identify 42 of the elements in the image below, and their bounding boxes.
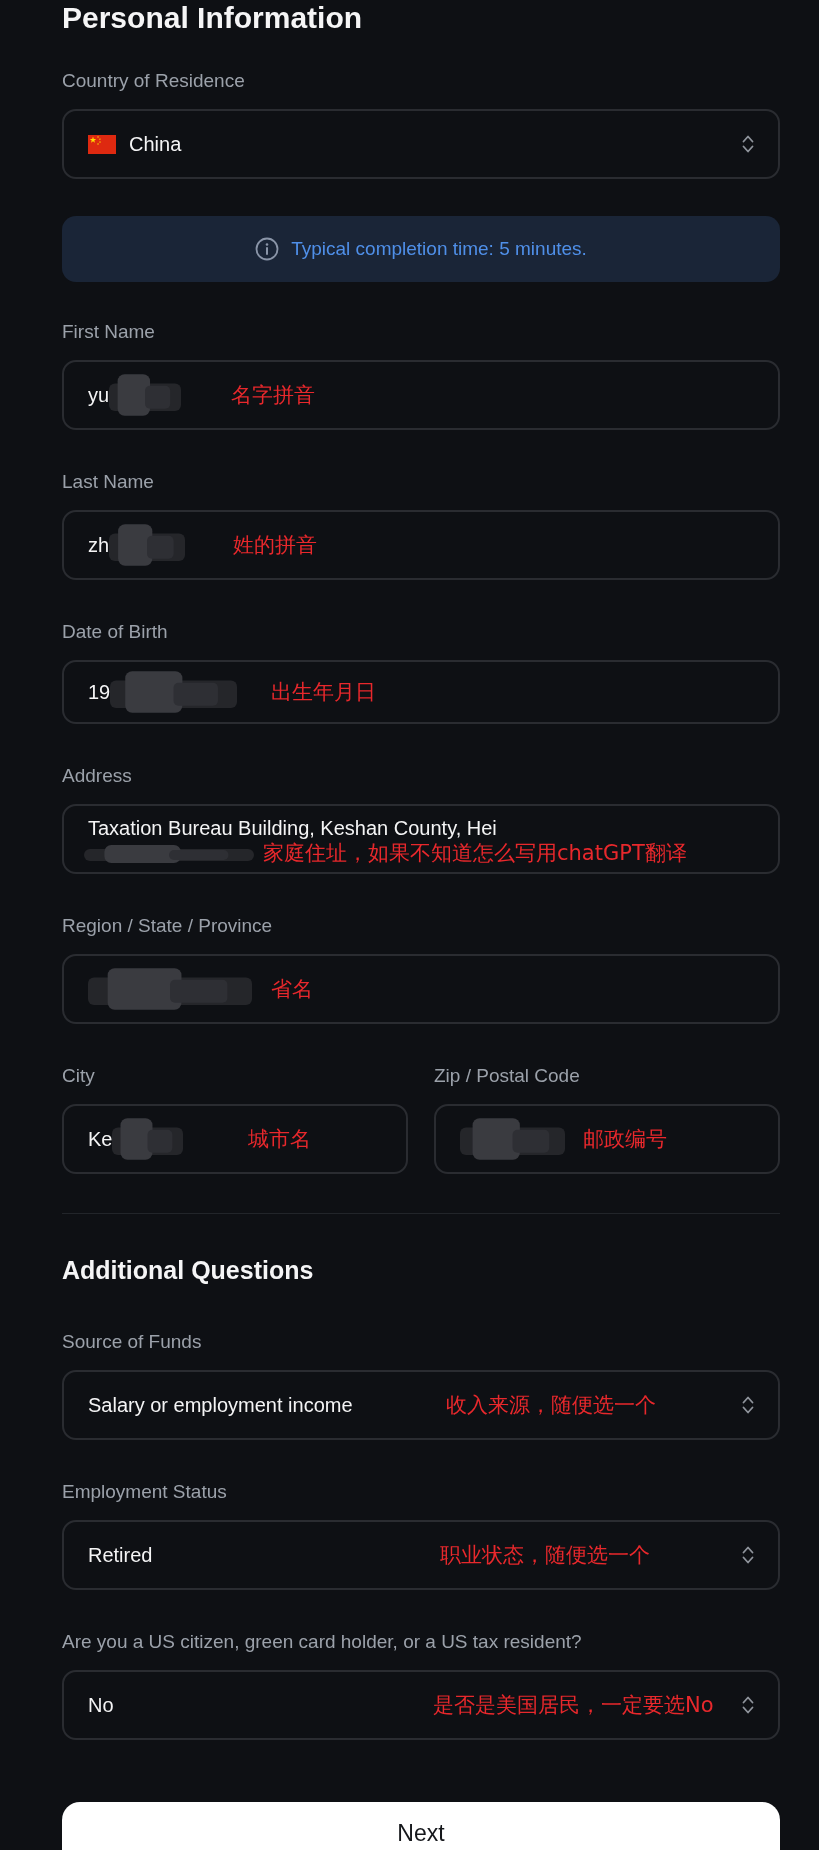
- select-field[interactable]: Retired 职业状态，随便选一个: [62, 1520, 780, 1590]
- select-field[interactable]: China: [62, 109, 780, 179]
- chevron-up-down-icon: [742, 1695, 754, 1715]
- section-title: Personal Information: [62, 0, 364, 36]
- flag-icon: [88, 134, 116, 154]
- input-field[interactable]: Taxation Bureau Building, Keshan County, Hei 家庭住址，如果不知道怎么写用chatGPT翻译: [62, 804, 780, 874]
- annotation-text: 收入来源，随便选一个: [446, 1392, 656, 1418]
- annotation-text: 城市名: [248, 1126, 311, 1152]
- section-title: Additional Questions: [62, 1255, 315, 1286]
- annotation-text: 出生年月日: [271, 679, 376, 705]
- select-field[interactable]: No 是否是美国居民，一定要选No: [62, 1670, 780, 1740]
- annotation-text: 职业状态，随便选一个: [440, 1542, 650, 1568]
- chevron-up-down-icon: [742, 134, 754, 154]
- field-label: Date of Birth: [62, 621, 169, 643]
- chevron-up-down-icon: [742, 1545, 754, 1565]
- input-field[interactable]: Ke 城市名: [62, 1104, 408, 1174]
- field-label: Employment Status: [62, 1481, 228, 1503]
- select-field[interactable]: Salary or employment income 收入来源，随便选一个: [62, 1370, 780, 1440]
- input-field[interactable]: 邮政编号: [434, 1104, 780, 1174]
- chevron-up-down-icon: [742, 1395, 754, 1415]
- annotation-text: 邮政编号: [583, 1126, 667, 1152]
- annotation-text: 省名: [271, 976, 313, 1002]
- field-label: Region / State / Province: [62, 915, 274, 937]
- notice-text: Typical completion time: 5 minutes.: [291, 238, 587, 260]
- input-field[interactable]: yu 名字拼音: [62, 360, 780, 430]
- annotation-text: 是否是美国居民，一定要选No: [433, 1692, 714, 1718]
- input-field[interactable]: 省名: [62, 954, 780, 1024]
- input-field[interactable]: 19 出生年月日: [62, 660, 780, 724]
- annotation-text: 家庭住址，如果不知道怎么写用chatGPT翻译: [263, 840, 687, 866]
- field-label: Country of Residence: [62, 70, 246, 92]
- field-label: Address: [62, 765, 133, 787]
- next-button[interactable]: Next: [62, 1802, 780, 1850]
- field-label: Zip / Postal Code: [434, 1065, 581, 1087]
- annotation-text: 姓的拼音: [233, 532, 317, 558]
- field-label: Source of Funds: [62, 1331, 203, 1353]
- info-icon: [255, 237, 280, 261]
- field-label: First Name: [62, 321, 156, 343]
- annotation-text: 名字拼音: [231, 382, 315, 408]
- input-field[interactable]: zh 姓的拼音: [62, 510, 780, 580]
- field-label: Are you a US citizen, green card holder, or a US tax resident?: [62, 1631, 583, 1653]
- field-label: Last Name: [62, 471, 155, 493]
- field-label: City: [62, 1065, 96, 1087]
